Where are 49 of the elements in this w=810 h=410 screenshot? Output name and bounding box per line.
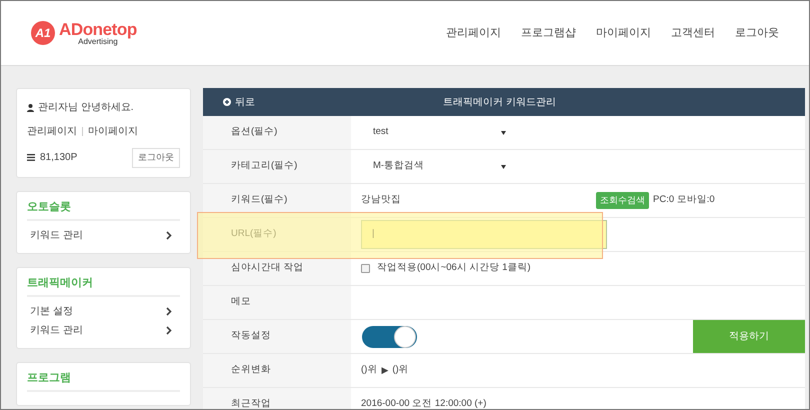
nav-link[interactable]: 관리페이지 — [446, 24, 501, 42]
field-label: 키워드(필수) — [203, 184, 351, 217]
dropdown[interactable]: test — [361, 122, 506, 143]
field-label: 카테고리(필수) — [203, 150, 351, 183]
chevron-icon — [166, 326, 172, 334]
chevron-icon — [166, 230, 172, 240]
field-label: 메모 — [203, 286, 351, 319]
nav-link[interactable]: 고객센터 — [671, 24, 715, 42]
chevron-icon — [166, 306, 172, 316]
caret-icon — [501, 164, 506, 168]
keyword-text: 강남맛집 — [361, 193, 402, 208]
sidebar-item[interactable]: 키워드 관리 — [27, 226, 180, 244]
nav-link[interactable]: 마이페이지 — [596, 24, 651, 42]
section-title: 프로그램 — [27, 370, 180, 392]
logo-name: ADonetop — [59, 20, 137, 38]
caret-icon — [501, 130, 506, 134]
field-label: URL(필수) — [203, 218, 351, 251]
plus-circle-icon — [223, 98, 231, 106]
toggle-switch[interactable] — [362, 326, 417, 348]
rank-text: ()위 — [392, 363, 409, 378]
field-label: 순위변화 — [203, 354, 351, 387]
nav-link[interactable]: 프로그램샵 — [521, 24, 576, 42]
user-icon — [27, 104, 34, 112]
greeting-text: 관리자님 안녕하세요. — [38, 101, 134, 115]
back-link[interactable]: 뒤로 — [223, 94, 255, 110]
date-text: 2016-00-00 오전 12:00:00 (+) — [361, 397, 486, 409]
logo-tagline: Advertising — [78, 38, 118, 46]
checkbox[interactable] — [361, 264, 370, 273]
field-label: 심야시간대 작업 — [203, 252, 351, 285]
menu-icon — [27, 154, 35, 162]
count-text: PC:0 모바일:0 — [653, 193, 715, 208]
field-label: 작동설정 — [203, 320, 351, 353]
field-label: 옵션(필수) — [203, 116, 351, 149]
field-label: 최근작업 — [203, 388, 351, 409]
logo-badge: A1 — [31, 21, 55, 45]
sidebar-item[interactable]: 키워드 관리 — [27, 320, 180, 340]
panel-title: 트래픽메이커 키워드관리 — [443, 96, 556, 110]
points-text: 81,130P — [40, 151, 78, 166]
section-title: 오토슬롯 — [27, 200, 180, 220]
user-link[interactable]: 마이페이지 — [88, 124, 138, 139]
rank-text: ()위 — [361, 363, 378, 378]
nav-link[interactable]: 로그아웃 — [735, 24, 779, 42]
arrow-icon: ▶ — [381, 364, 388, 378]
dropdown[interactable]: M-통합검색 — [361, 156, 506, 177]
user-link[interactable]: 관리페이지 — [27, 124, 77, 139]
section-title: 트래픽메이커 — [27, 276, 180, 296]
checkbox-label: 작업적용(00시~06시 시간당 1클릭) — [377, 261, 531, 276]
logout-button[interactable]: 로그아웃 — [132, 148, 180, 168]
sidebar-item[interactable]: 기본 설정 — [27, 302, 180, 320]
